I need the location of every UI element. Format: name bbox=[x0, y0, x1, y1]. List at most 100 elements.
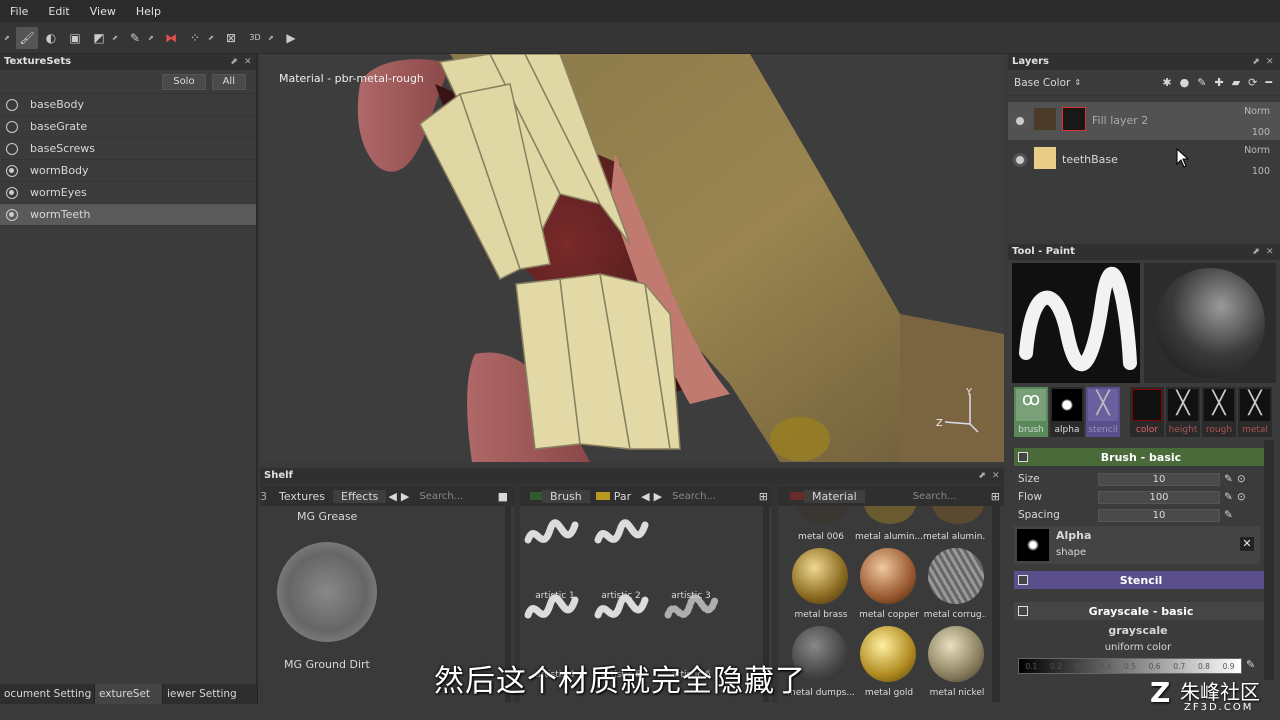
grid-view-icon[interactable]: ⊞ bbox=[987, 490, 1004, 503]
textureset-item-wormteeth[interactable]: wormTeeth bbox=[0, 204, 256, 226]
dynamics-icon[interactable]: ⊙ bbox=[1237, 473, 1246, 485]
add-effect-icon[interactable]: ✱ bbox=[1162, 76, 1171, 89]
close-icon[interactable]: ✕ bbox=[992, 468, 1000, 484]
popout-icon[interactable]: ⬈ bbox=[208, 34, 218, 42]
grayscale-section-header[interactable]: Grayscale - basic bbox=[1014, 602, 1268, 620]
scrollbar[interactable] bbox=[992, 506, 1000, 702]
grid-view-icon[interactable]: ■ bbox=[492, 490, 514, 503]
flow-slider[interactable]: 100 bbox=[1098, 490, 1220, 504]
alpha-slot[interactable]: Alpha shape ✕ bbox=[1014, 526, 1260, 564]
arrow-left-icon[interactable]: ◀ bbox=[639, 490, 651, 503]
paint-brush-icon[interactable]: 🖌 bbox=[16, 26, 38, 49]
material-grid[interactable]: metal 006 metal alumin... metal alumin..… bbox=[786, 506, 986, 702]
channel-alpha[interactable]: alpha bbox=[1050, 387, 1084, 437]
layer-mask-thumbnail[interactable] bbox=[1062, 107, 1086, 131]
3d-viewport[interactable]: Material - pbr-metal-rough Y Z bbox=[260, 54, 1004, 462]
arrow-right-icon[interactable]: ▶ bbox=[399, 490, 411, 503]
popout-icon[interactable]: ⬈ bbox=[1252, 54, 1260, 70]
eraser-icon[interactable]: ◐ bbox=[40, 27, 62, 49]
menu-help[interactable]: Help bbox=[126, 5, 171, 18]
shelf-search[interactable]: Search... bbox=[905, 491, 965, 502]
eye-visibility-icon[interactable] bbox=[1013, 153, 1027, 167]
shelf-item-thumbnail[interactable] bbox=[277, 542, 377, 642]
collapse-icon[interactable] bbox=[1018, 606, 1028, 616]
eye-visibility-icon[interactable] bbox=[1013, 114, 1027, 128]
channel-stencil[interactable]: ╳ stencil bbox=[1086, 387, 1120, 437]
popout-icon[interactable]: ⬈ bbox=[1252, 244, 1260, 260]
layer-opacity[interactable]: 100 bbox=[1252, 127, 1270, 138]
shelf-search[interactable]: Search... bbox=[664, 491, 724, 502]
camera-icon[interactable]: ▶ bbox=[280, 27, 302, 49]
tab-effects[interactable]: Effects bbox=[333, 489, 387, 503]
layer-opacity[interactable]: 100 bbox=[1252, 166, 1270, 177]
add-fill-layer-icon[interactable]: ✚ bbox=[1214, 76, 1223, 89]
material-sphere-corrugated[interactable] bbox=[928, 548, 984, 604]
popout-icon[interactable]: ⬈ bbox=[112, 34, 122, 42]
close-icon[interactable]: ✕ bbox=[244, 54, 252, 70]
layer-blend-mode[interactable]: Norm bbox=[1244, 145, 1270, 156]
textureset-item-basebody[interactable]: baseBody bbox=[0, 94, 256, 116]
channel-height[interactable]: ╳ height bbox=[1166, 387, 1200, 437]
pen-pressure-icon[interactable]: ✎ bbox=[1224, 509, 1233, 521]
material-sphere-nickel[interactable] bbox=[928, 626, 984, 682]
material-sphere[interactable] bbox=[796, 506, 848, 524]
add-mask-icon[interactable]: ● bbox=[1180, 76, 1190, 89]
tab-document-settings[interactable]: ocument Setting bbox=[0, 684, 95, 704]
grayscale-slider[interactable]: 0.1 0.2 0.3 0.4 0.5 0.6 0.7 0.8 0.9 bbox=[1018, 658, 1242, 674]
channel-color[interactable]: color bbox=[1130, 387, 1164, 437]
popout-icon[interactable]: ⬈ bbox=[4, 34, 14, 42]
textureset-item-wormeyes[interactable]: wormEyes bbox=[0, 182, 256, 204]
arrow-left-icon[interactable]: ◀ bbox=[386, 490, 398, 503]
polygon-fill-icon[interactable]: ◩ bbox=[88, 27, 110, 49]
visibility-radio-icon[interactable] bbox=[6, 186, 18, 199]
projection-icon[interactable]: ▣ bbox=[64, 27, 86, 49]
stencil-section-header[interactable]: Stencil bbox=[1014, 571, 1268, 589]
layer-row-fill-layer-2[interactable]: Fill layer 2 Norm 100 bbox=[1008, 102, 1280, 140]
size-slider[interactable]: 10 bbox=[1098, 472, 1220, 486]
tab-brush[interactable]: Brush bbox=[542, 489, 590, 503]
popout-icon[interactable]: ⬈ bbox=[978, 468, 986, 484]
channel-brush[interactable]: ꝏ brush bbox=[1014, 387, 1048, 437]
visibility-radio-icon[interactable] bbox=[6, 98, 18, 111]
menu-edit[interactable]: Edit bbox=[38, 5, 79, 18]
view-3d-icon[interactable]: 3D bbox=[244, 27, 266, 49]
material-sphere-gold[interactable] bbox=[860, 626, 916, 682]
grid-view-icon[interactable]: ⊞ bbox=[755, 490, 772, 503]
textureset-item-basegrate[interactable]: baseGrate bbox=[0, 116, 256, 138]
remove-alpha-icon[interactable]: ✕ bbox=[1240, 537, 1254, 551]
channel-select[interactable]: Base Color bbox=[1014, 77, 1070, 89]
dynamics-icon[interactable]: ⊙ bbox=[1237, 491, 1246, 503]
textureset-item-basescrews[interactable]: baseScrews bbox=[0, 138, 256, 160]
shelf-search[interactable]: Search... bbox=[411, 491, 471, 502]
visibility-radio-icon[interactable] bbox=[6, 142, 18, 155]
tab-material[interactable]: Material bbox=[804, 489, 865, 503]
add-folder-icon[interactable]: ▰ bbox=[1232, 76, 1240, 89]
tab-viewer-settings[interactable]: iewer Setting bbox=[163, 684, 258, 704]
popout-icon[interactable]: ⬈ bbox=[148, 34, 158, 42]
collapse-icon[interactable] bbox=[1018, 575, 1028, 585]
menu-file[interactable]: File bbox=[0, 5, 38, 18]
delete-layer-icon[interactable]: ━ bbox=[1265, 76, 1272, 89]
visibility-radio-icon[interactable] bbox=[6, 208, 18, 221]
menu-view[interactable]: View bbox=[80, 5, 126, 18]
symmetry-icon[interactable]: ⁘ bbox=[184, 27, 206, 49]
material-sphere-copper[interactable] bbox=[860, 548, 916, 604]
popout-icon[interactable]: ⬈ bbox=[230, 54, 238, 70]
tab-textures[interactable]: Textures bbox=[271, 490, 333, 503]
layer-row-teethbase[interactable]: teethBase Norm 100 bbox=[1008, 141, 1280, 179]
chevron-updown-icon[interactable]: ⇕ bbox=[1074, 78, 1081, 87]
pen-pressure-icon[interactable]: ✎ bbox=[1224, 473, 1233, 485]
material-sphere[interactable] bbox=[864, 506, 916, 524]
close-icon[interactable]: ✕ bbox=[1266, 54, 1274, 70]
spacing-slider[interactable]: 10 bbox=[1098, 508, 1220, 522]
color-picker-icon[interactable]: ✎ bbox=[124, 27, 146, 49]
channel-metal[interactable]: ╳ metal bbox=[1238, 387, 1272, 437]
all-button[interactable]: All bbox=[211, 73, 246, 90]
scrollbar[interactable] bbox=[1264, 440, 1274, 680]
solo-button[interactable]: Solo bbox=[162, 73, 206, 90]
color-picker-icon[interactable]: ✎ bbox=[1246, 658, 1255, 671]
duplicate-layer-icon[interactable]: ⟳ bbox=[1248, 76, 1257, 89]
uv-icon[interactable]: ⊠ bbox=[220, 27, 242, 49]
brush-section-header[interactable]: Brush - basic bbox=[1014, 448, 1268, 466]
pen-pressure-icon[interactable]: ✎ bbox=[1224, 491, 1233, 503]
